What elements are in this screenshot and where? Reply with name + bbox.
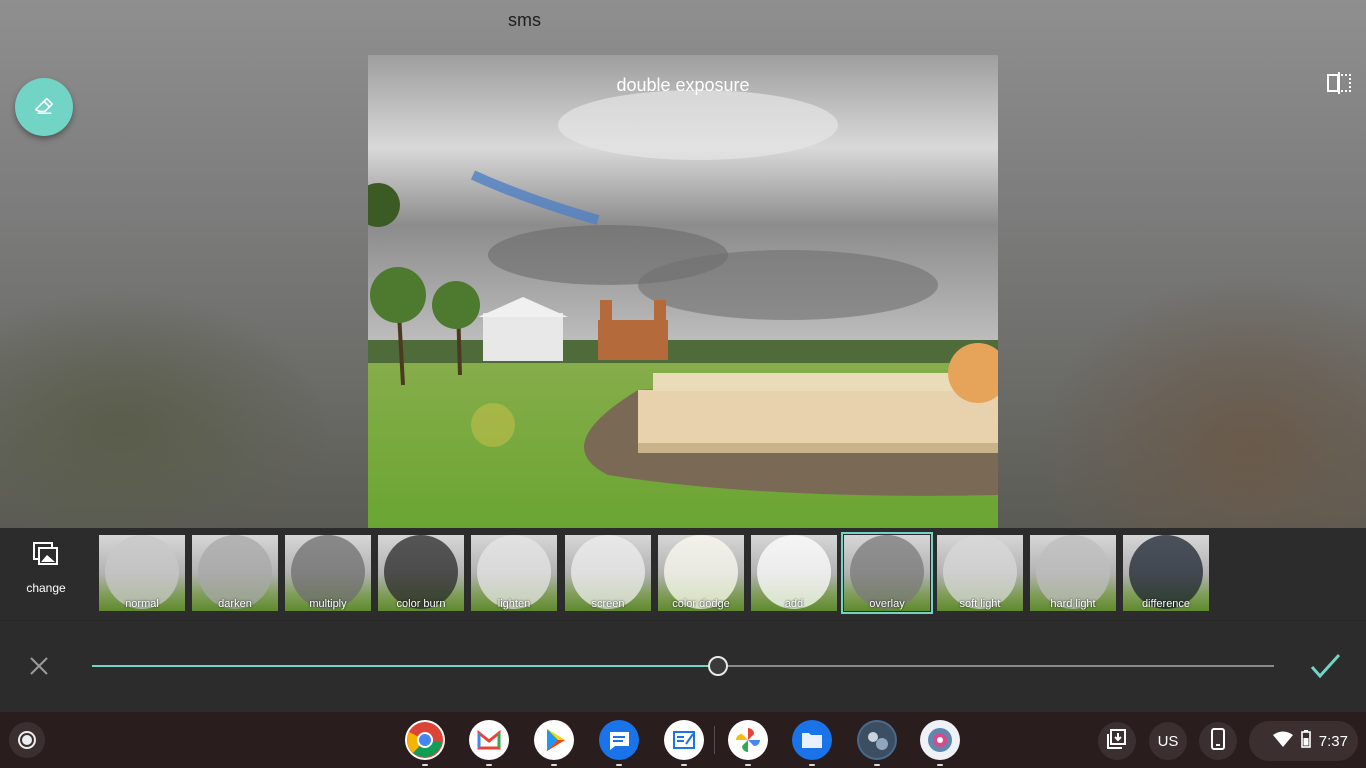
- photos-app-icon[interactable]: [728, 720, 768, 766]
- blend-mode-label: screen: [591, 598, 625, 610]
- compare-icon: [1326, 71, 1352, 99]
- blend-mode-label: overlay: [869, 598, 905, 610]
- blend-mode-label: normal: [125, 598, 159, 610]
- blend-mode-darken[interactable]: darken: [192, 535, 278, 611]
- opacity-slider-fill: [92, 665, 718, 667]
- blend-mode-color-dodge[interactable]: color dodge: [658, 535, 744, 611]
- blend-mode-label: soft light: [959, 598, 1001, 610]
- checkmark-icon: [1308, 653, 1342, 685]
- keyboard-layout-button[interactable]: US: [1149, 722, 1187, 760]
- blend-mode-add[interactable]: add: [751, 535, 837, 611]
- holding-space-button[interactable]: [1098, 722, 1136, 760]
- blend-mode-label: difference: [1141, 598, 1191, 610]
- blend-mode-screen[interactable]: screen: [565, 535, 651, 611]
- blend-mode-label: color dodge: [672, 598, 730, 610]
- blend-mode-overlay[interactable]: overlay: [841, 532, 933, 614]
- eraser-button[interactable]: [15, 78, 73, 136]
- change-image-icon: [31, 542, 61, 573]
- shelf-separator: [714, 726, 715, 754]
- change-image-button[interactable]: change: [16, 540, 76, 610]
- wifi-icon: [1272, 731, 1293, 751]
- edited-photo[interactable]: double exposure: [368, 55, 998, 528]
- app-title: sms: [508, 10, 541, 30]
- blend-mode-label: multiply: [309, 598, 347, 610]
- blend-mode-soft-light[interactable]: soft light: [937, 535, 1023, 611]
- chrome-app-icon[interactable]: [405, 720, 445, 766]
- wallpaper-app-icon[interactable]: [857, 720, 897, 766]
- opacity-slider-handle[interactable]: [708, 656, 728, 676]
- blend-mode-normal[interactable]: normal: [99, 535, 185, 611]
- opacity-control-bar: [0, 620, 1366, 712]
- blend-mode-strip: change normal darken multiply color burn lig…: [0, 528, 1366, 620]
- keyboard-layout-label: US: [1157, 732, 1179, 750]
- files-app-icon[interactable]: [792, 720, 832, 766]
- compare-button[interactable]: [1322, 70, 1356, 100]
- blend-mode-label: lighten: [497, 598, 531, 610]
- download-tray-icon: [1106, 728, 1128, 754]
- opacity-slider[interactable]: [92, 656, 1274, 676]
- system-shelf: US 7:37: [0, 712, 1366, 768]
- effect-title: double exposure: [616, 75, 750, 95]
- blend-mode-label: add: [784, 598, 804, 610]
- phone-hub-button[interactable]: [1199, 722, 1237, 760]
- blend-mode-label: darken: [218, 598, 252, 610]
- play-store-app-icon[interactable]: [534, 720, 574, 766]
- status-area[interactable]: 7:37: [1249, 721, 1358, 761]
- news-app-icon[interactable]: [664, 720, 704, 766]
- battery-icon: [1300, 730, 1311, 752]
- phone-icon: [1211, 728, 1225, 754]
- camera-app-icon[interactable]: [920, 720, 960, 766]
- close-icon: [28, 657, 50, 681]
- change-label: change: [26, 581, 66, 595]
- blend-mode-hard-light[interactable]: hard light: [1030, 535, 1116, 611]
- blend-mode-label: color burn: [396, 598, 446, 610]
- photo-scene: [368, 55, 998, 528]
- gmail-app-icon[interactable]: [469, 720, 509, 766]
- confirm-button[interactable]: [1308, 651, 1344, 681]
- blend-mode-multiply[interactable]: multiply: [285, 535, 371, 611]
- launcher-button[interactable]: [9, 722, 45, 758]
- messages-app-icon[interactable]: [599, 720, 639, 766]
- blend-mode-difference[interactable]: difference: [1123, 535, 1209, 611]
- launcher-icon: [18, 731, 36, 749]
- blend-mode-label: hard light: [1050, 598, 1096, 610]
- eraser-icon: [33, 94, 55, 121]
- clock: 7:37: [1318, 732, 1348, 750]
- blend-mode-lighten[interactable]: lighten: [471, 535, 557, 611]
- blend-mode-color-burn[interactable]: color burn: [378, 535, 464, 611]
- cancel-button[interactable]: [28, 655, 50, 677]
